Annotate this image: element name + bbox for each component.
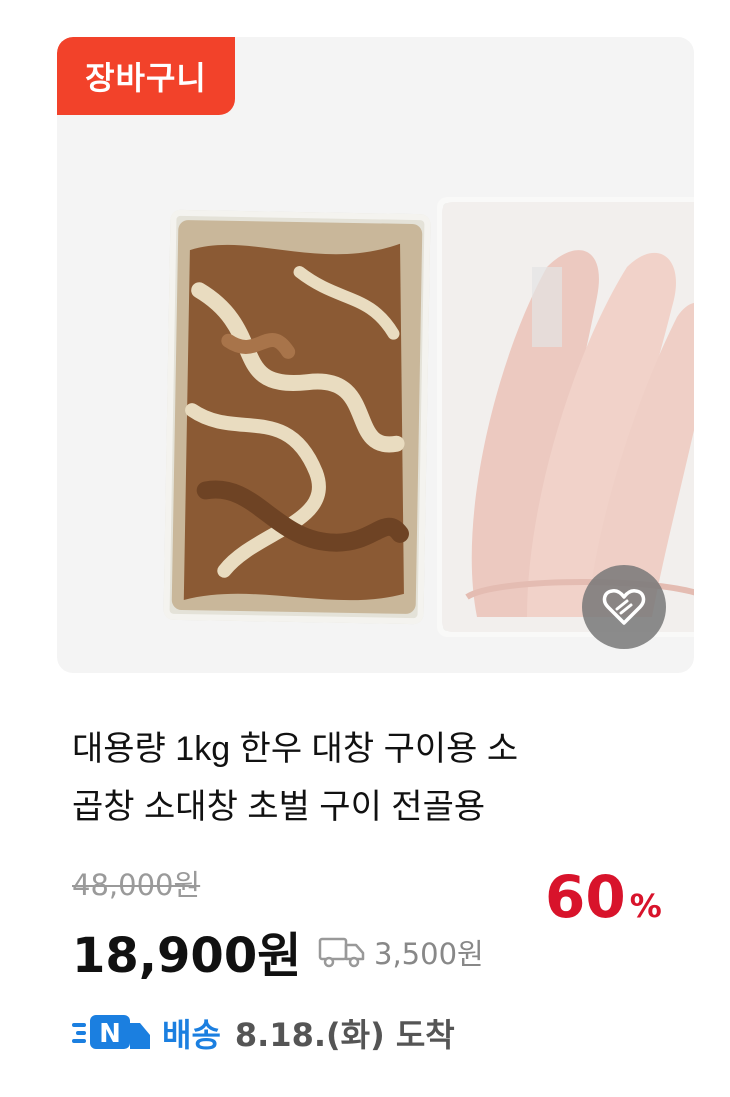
discount-unit: % <box>629 887 662 925</box>
title-line-2: 곱창 소대창 초벌 구이 전골용 <box>72 788 486 826</box>
cart-badge: 장바구니 <box>57 37 235 115</box>
sale-price: 18,900원 <box>72 928 302 984</box>
delivery-badge-letter: N <box>99 1019 121 1049</box>
product-title[interactable]: 대용량 1kg 한우 대창 구이용 소 곱창 소대창 초벌 구이 전골용 <box>72 720 692 836</box>
title-line-1: 대용량 1kg 한우 대창 구이용 소 <box>72 730 519 768</box>
package-right-illustration <box>437 197 694 637</box>
package-left-illustration <box>163 209 431 625</box>
heart-link-icon <box>602 589 646 625</box>
discount-value: 60 <box>545 863 626 931</box>
product-card[interactable]: 장바구니 대용량 1kg 한우 대창 구이용 소 곱창 소대창 초벌 구이 전골… <box>0 0 730 1097</box>
fast-delivery-truck-icon: N <box>72 1015 150 1049</box>
discount-rate: 60 % <box>545 868 662 926</box>
shipping-fee: 3,500원 <box>318 931 484 973</box>
product-image[interactable]: 장바구니 <box>57 37 694 673</box>
delivery-date: 8.18.(화) 도착 <box>234 1016 455 1054</box>
delivery-service: 배송 <box>162 1016 221 1054</box>
original-price: 48,000원 <box>72 868 201 902</box>
delivery-info: N 배송 8.18.(화) 도착 <box>70 1010 455 1056</box>
wishlist-button[interactable] <box>582 565 666 649</box>
truck-icon <box>318 937 365 968</box>
shipping-fee-value: 3,500원 <box>374 937 484 971</box>
